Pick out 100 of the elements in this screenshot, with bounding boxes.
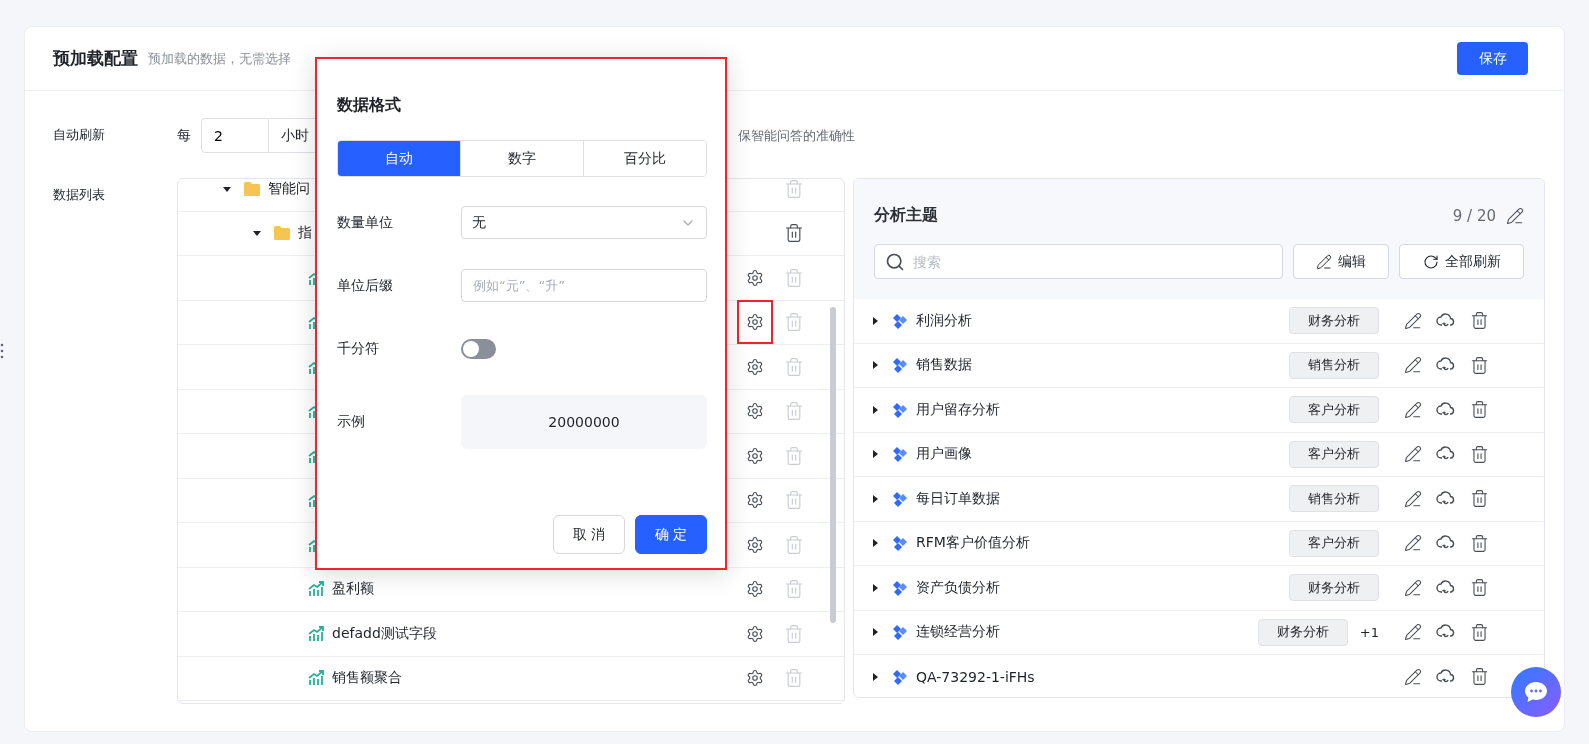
caret-icon[interactable] — [870, 449, 880, 460]
delete-icon[interactable] — [1470, 444, 1489, 464]
edit-icon[interactable] — [1404, 356, 1422, 375]
field-label: 数据列表 — [53, 186, 106, 204]
edit-icon — [1316, 253, 1332, 270]
chart-icon — [308, 670, 324, 687]
delete-icon[interactable] — [784, 223, 804, 244]
format-tab[interactable]: 百分比 — [583, 141, 706, 176]
edit-icon[interactable] — [1404, 667, 1422, 686]
settings-icon[interactable] — [746, 535, 764, 554]
caret-icon[interactable] — [870, 671, 880, 682]
settings-icon[interactable] — [746, 669, 764, 688]
topic-name[interactable]: 利润分析 — [916, 311, 972, 330]
settings-icon[interactable] — [746, 491, 764, 510]
topic-name[interactable]: 资产负债分析 — [916, 578, 1000, 597]
edit-icon[interactable] — [1404, 534, 1422, 553]
chart-icon — [308, 625, 324, 642]
metric-name[interactable]: 盈利额 — [332, 580, 374, 599]
delete-icon[interactable] — [1470, 578, 1489, 598]
topic-name[interactable]: RFM客户价值分析 — [916, 534, 1030, 553]
chart-icon — [308, 581, 324, 598]
confirm-button[interactable]: 确 定 — [635, 515, 707, 554]
suffix-field[interactable]: 例如“元”、“升” — [461, 269, 707, 302]
edit-icon[interactable] — [1404, 489, 1422, 508]
topic-name[interactable]: 每日订单数据 — [916, 489, 1000, 508]
caret-icon[interactable] — [870, 627, 880, 638]
edit-icon[interactable] — [1404, 578, 1422, 597]
settings-icon[interactable] — [746, 446, 764, 465]
topic-tag: 财务分析 — [1289, 307, 1379, 335]
caret-icon[interactable] — [870, 538, 880, 549]
settings-icon[interactable] — [746, 313, 764, 332]
topic-tag: 客户分析 — [1289, 396, 1379, 424]
topic-tag: 财务分析 — [1257, 618, 1348, 646]
topic-name[interactable]: 用户留存分析 — [916, 400, 1000, 419]
folder-name[interactable]: 指 — [298, 224, 312, 243]
separator-toggle[interactable] — [461, 338, 496, 359]
topic-name[interactable]: 用户画像 — [916, 445, 972, 464]
topic-name[interactable]: 连锁经营分析 — [916, 623, 1000, 642]
page-title: 预加载配置 — [53, 47, 138, 70]
edit-icon[interactable] — [1404, 311, 1422, 330]
field-label: 示例 — [337, 413, 366, 431]
delete-icon[interactable] — [1470, 489, 1489, 509]
topic-tag: 客户分析 — [1289, 529, 1379, 557]
diamond-icon — [892, 535, 908, 552]
scrollbar[interactable] — [830, 307, 836, 623]
refresh-all-button[interactable]: 全部刷新 — [1399, 244, 1524, 279]
settings-icon[interactable] — [746, 357, 764, 376]
diamond-icon — [892, 446, 908, 463]
cancel-button[interactable]: 取 消 — [553, 515, 625, 554]
caret-icon[interactable] — [870, 360, 880, 371]
refresh-hint: 保智能问答的准确性 — [738, 126, 855, 145]
metric-name[interactable]: 销售额聚合 — [332, 669, 402, 688]
topic-name[interactable]: QA-73292-1-iFHs — [916, 668, 1035, 685]
metric-name[interactable]: defadd测试字段 — [332, 624, 437, 643]
caret-icon[interactable] — [870, 582, 880, 593]
folder-icon — [274, 226, 290, 241]
delete-icon[interactable] — [1470, 400, 1489, 420]
delete-icon[interactable] — [1470, 622, 1489, 642]
delete-icon[interactable] — [1470, 311, 1489, 331]
settings-icon[interactable] — [746, 624, 764, 643]
settings-icon[interactable] — [746, 402, 764, 421]
field-label: 数量单位 — [337, 213, 394, 232]
topic-tag: 销售分析 — [1289, 485, 1379, 513]
delete-icon[interactable] — [1470, 667, 1489, 687]
diamond-icon — [892, 668, 908, 685]
field-label: 千分符 — [337, 339, 380, 358]
topic-tag: 客户分析 — [1289, 440, 1379, 468]
interval-field[interactable]: 2 — [201, 118, 269, 153]
settings-icon[interactable] — [746, 580, 764, 599]
search-icon — [885, 251, 905, 272]
search-box[interactable]: 搜索 — [874, 244, 1283, 279]
unit-select[interactable]: 无 — [461, 206, 707, 239]
save-button[interactable]: 保存 — [1457, 42, 1528, 75]
diamond-icon — [892, 490, 908, 507]
caret-icon[interactable] — [870, 404, 880, 415]
format-tab[interactable]: 自动 — [338, 141, 460, 176]
example-value: 20000000 — [461, 395, 707, 449]
edit-button[interactable]: 编辑 — [1293, 244, 1389, 279]
topic-tag: 财务分析 — [1289, 574, 1379, 602]
interval-prefix: 每 — [177, 126, 191, 145]
folder-name[interactable]: 智能问 — [268, 179, 310, 198]
edit-icon[interactable] — [1506, 206, 1524, 225]
topic-name[interactable]: 销售数据 — [916, 356, 972, 375]
edit-icon[interactable] — [1404, 400, 1422, 419]
edit-icon[interactable] — [1404, 445, 1422, 464]
edit-icon[interactable] — [1404, 623, 1422, 642]
settings-icon[interactable] — [746, 268, 764, 287]
topic-tag: 销售分析 — [1289, 351, 1379, 379]
popover-title: 数据格式 — [337, 95, 402, 116]
delete-icon[interactable] — [1470, 533, 1489, 553]
diamond-icon — [892, 312, 908, 329]
caret-icon[interactable] — [870, 315, 880, 326]
drag-handle-icon[interactable] — [0, 343, 4, 359]
caret-icon[interactable] — [870, 493, 880, 504]
folder-icon — [244, 181, 260, 196]
search-field[interactable]: 搜索 — [911, 252, 1272, 271]
chat-icon — [1523, 680, 1549, 704]
delete-icon[interactable] — [1470, 355, 1489, 375]
diamond-icon — [892, 624, 908, 641]
page-hint: 预加载的数据，无需选择 — [148, 49, 291, 68]
